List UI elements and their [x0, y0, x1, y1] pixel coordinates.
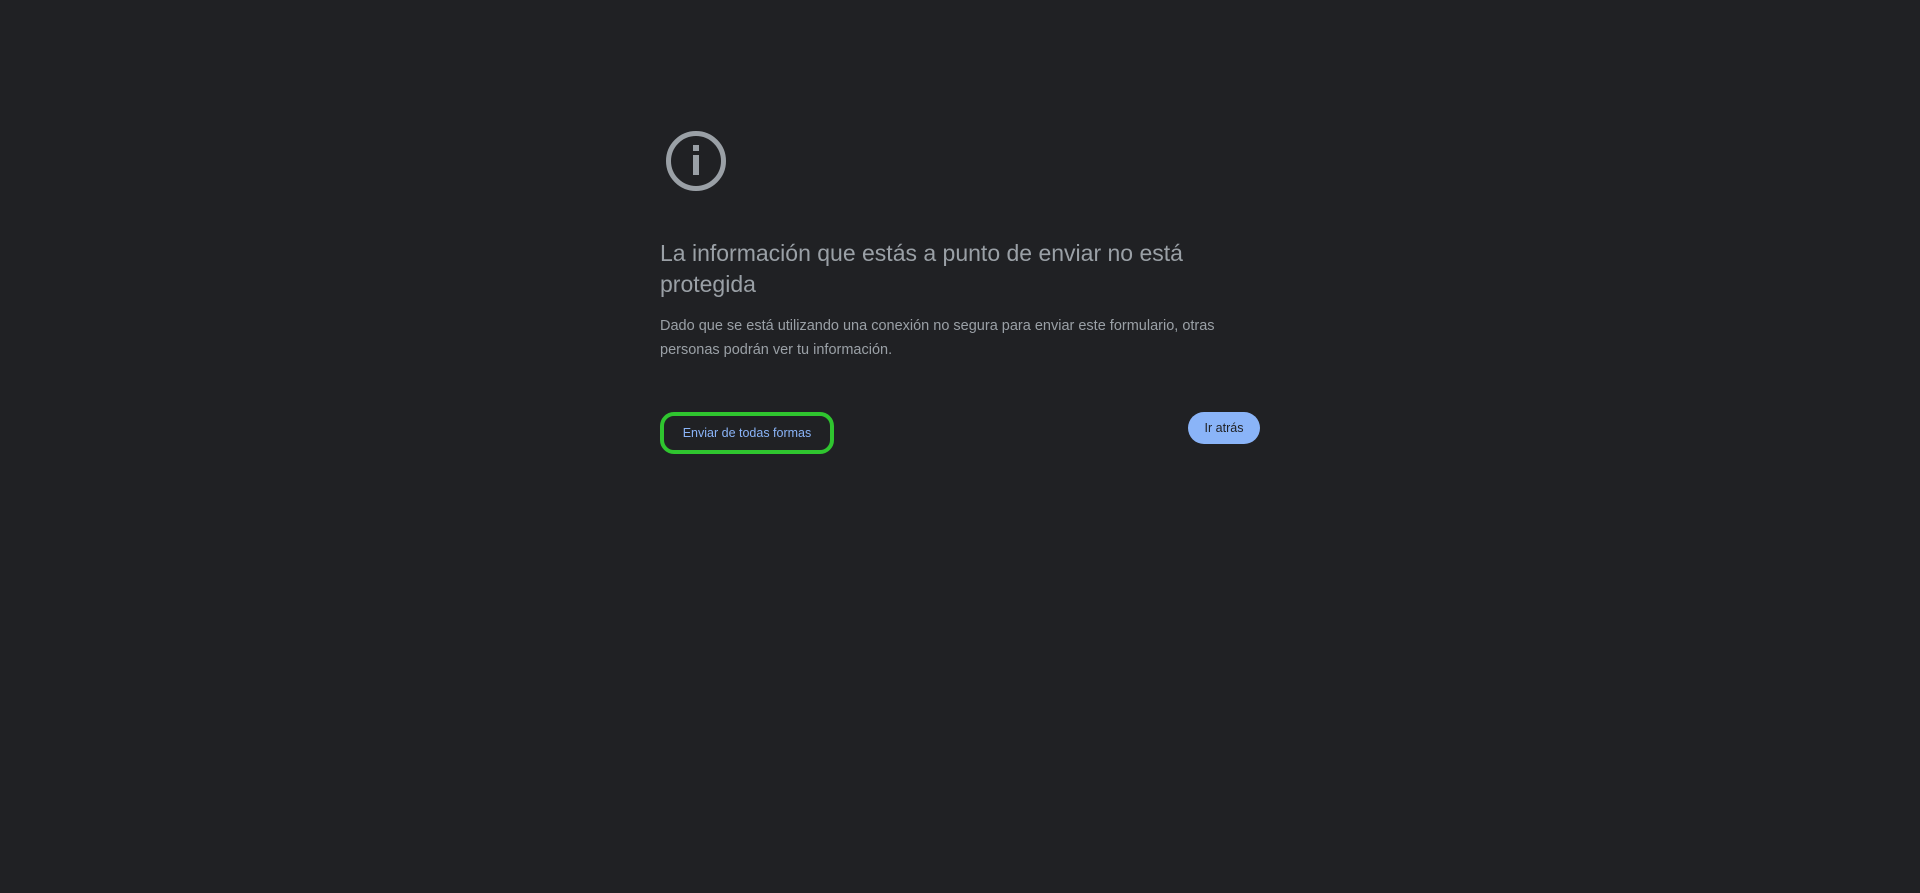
insecure-form-warning-page: La información que estás a punto de envi…: [0, 0, 1920, 893]
warning-description: Dado que se está utilizando una conexión…: [660, 318, 1215, 358]
page-title: La información que estás a punto de envi…: [660, 240, 1183, 297]
send-anyway-button[interactable]: Enviar de todas formas: [660, 412, 834, 454]
info-circle-icon: [666, 131, 726, 191]
go-back-button[interactable]: Ir atrás: [1188, 412, 1260, 444]
